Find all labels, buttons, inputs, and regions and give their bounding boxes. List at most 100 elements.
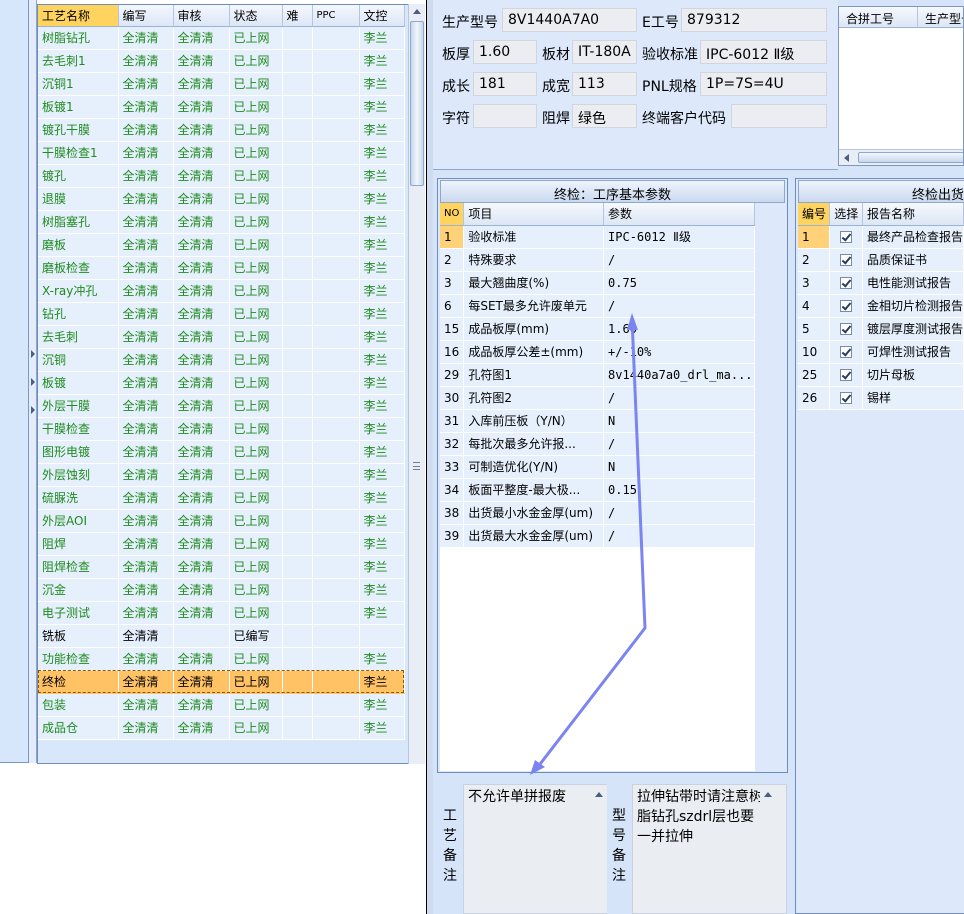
ppc-cell[interactable] xyxy=(312,279,360,303)
process-name-cell[interactable]: 铣板 xyxy=(38,624,119,648)
column-header[interactable]: 合拼工号 xyxy=(839,7,918,28)
editor-cell[interactable]: 全清清 xyxy=(118,417,174,441)
process-row[interactable]: 沉铜1 全清清 全清清 已上网 李兰 xyxy=(38,72,405,96)
status-cell[interactable]: 已上网 xyxy=(229,187,283,211)
editor-cell[interactable]: 全清清 xyxy=(118,210,174,234)
process-name-cell[interactable]: 硫脲洗 xyxy=(38,486,119,510)
param-row[interactable]: 1 验收标准 IPC-6012 Ⅱ级 xyxy=(440,225,755,249)
doc-control-cell[interactable]: 李兰 xyxy=(359,26,405,50)
param-value-cell[interactable]: N xyxy=(603,455,755,479)
param-row[interactable]: 15 成品板厚(mm) 1.60 xyxy=(440,317,755,341)
column-header[interactable]: PPC xyxy=(312,5,360,27)
process-name-cell[interactable]: 功能检查 xyxy=(38,647,119,671)
ppc-cell[interactable] xyxy=(312,532,360,556)
difficulty-cell[interactable] xyxy=(282,601,313,625)
report-name-cell[interactable]: 金相切片检测报告 xyxy=(862,294,964,318)
doc-control-cell[interactable]: 李兰 xyxy=(359,164,405,188)
reviewer-cell[interactable]: 全清清 xyxy=(173,486,230,510)
editor-cell[interactable]: 全清清 xyxy=(118,233,174,257)
report-name-cell[interactable]: 镀层厚度测试报告 xyxy=(862,317,964,341)
editor-cell[interactable]: 全清清 xyxy=(118,486,174,510)
doc-control-cell[interactable]: 李兰 xyxy=(359,417,405,441)
column-header[interactable]: 编写 xyxy=(118,5,174,27)
reviewer-cell[interactable]: 全清清 xyxy=(173,509,230,533)
report-no-cell[interactable]: 4 xyxy=(798,294,831,318)
param-item-cell[interactable]: 可制造优化(Y/N) xyxy=(463,455,605,479)
reviewer-cell[interactable]: 全清清 xyxy=(173,49,230,73)
ppc-cell[interactable] xyxy=(312,72,360,96)
difficulty-cell[interactable] xyxy=(282,49,313,73)
process-row[interactable]: 沉金 全清清 全清清 已上网 李兰 xyxy=(38,578,405,602)
status-cell[interactable]: 已上网 xyxy=(229,118,283,142)
param-item-cell[interactable]: 孔符图1 xyxy=(463,363,605,387)
param-no-cell[interactable]: 39 xyxy=(440,524,465,548)
difficulty-cell[interactable] xyxy=(282,532,313,556)
process-name-cell[interactable]: 树脂钻孔 xyxy=(38,26,119,50)
param-item-cell[interactable]: 最大翘曲度(%) xyxy=(463,271,605,295)
ppc-cell[interactable] xyxy=(312,716,360,740)
report-row[interactable]: 5 镀层厚度测试报告 xyxy=(798,317,964,341)
param-value-cell[interactable]: 8v1440a7a0_drl_ma... xyxy=(603,363,755,387)
reviewer-cell[interactable]: 全清清 xyxy=(173,463,230,487)
splitter-arrow-icon[interactable] xyxy=(31,350,35,358)
report-no-cell[interactable]: 1 xyxy=(798,225,831,249)
editor-cell[interactable]: 全清清 xyxy=(118,670,174,694)
editor-cell[interactable]: 全清清 xyxy=(118,371,174,395)
ppc-cell[interactable] xyxy=(312,348,360,372)
scroll-left-icon[interactable] xyxy=(844,154,849,162)
scroll-up-icon[interactable] xyxy=(595,792,603,797)
editor-cell[interactable]: 全清清 xyxy=(118,394,174,418)
char-field[interactable] xyxy=(473,104,537,128)
pane-divider[interactable] xyxy=(426,0,433,914)
ppc-cell[interactable] xyxy=(312,417,360,441)
editor-cell[interactable]: 全清清 xyxy=(118,279,174,303)
model-notes-scrollbar[interactable] xyxy=(760,785,776,913)
difficulty-cell[interactable] xyxy=(282,417,313,441)
process-row[interactable]: 树脂塞孔 全清清 全清清 已上网 李兰 xyxy=(38,210,405,234)
doc-control-cell[interactable]: 李兰 xyxy=(359,210,405,234)
thickness-field[interactable]: 1.60 xyxy=(473,40,537,64)
ppc-cell[interactable] xyxy=(312,440,360,464)
difficulty-cell[interactable] xyxy=(282,95,313,119)
reviewer-cell[interactable]: 全清清 xyxy=(173,440,230,464)
reviewer-cell[interactable]: 全清清 xyxy=(173,95,230,119)
report-select-cell[interactable] xyxy=(829,294,863,318)
param-value-cell[interactable]: / xyxy=(603,432,755,456)
scroll-up-icon[interactable] xyxy=(764,792,772,797)
status-cell[interactable]: 已上网 xyxy=(229,509,283,533)
splitter-arrow-icon[interactable] xyxy=(31,378,35,386)
difficulty-cell[interactable] xyxy=(282,693,313,717)
process-row[interactable]: 磨板 全清清 全清清 已上网 李兰 xyxy=(38,233,405,257)
status-cell[interactable]: 已上网 xyxy=(229,325,283,349)
param-no-cell[interactable]: 15 xyxy=(440,317,465,341)
process-name-cell[interactable]: 磨板检查 xyxy=(38,256,119,280)
editor-cell[interactable]: 全清清 xyxy=(118,141,174,165)
process-row[interactable]: 树脂钻孔 全清清 全清清 已上网 李兰 xyxy=(38,26,405,50)
status-cell[interactable]: 已上网 xyxy=(229,716,283,740)
process-row[interactable]: 终检 全清清 全清清 已上网 李兰 xyxy=(38,670,405,694)
reviewer-cell[interactable]: 全清清 xyxy=(173,716,230,740)
param-item-cell[interactable]: 验收标准 xyxy=(463,225,605,249)
editor-cell[interactable]: 全清清 xyxy=(118,601,174,625)
status-cell[interactable]: 已上网 xyxy=(229,486,283,510)
report-checkbox[interactable] xyxy=(840,392,853,404)
param-row[interactable]: 31 入库前压板（Y/N） N xyxy=(440,409,755,433)
param-value-cell[interactable]: N xyxy=(603,409,755,433)
param-no-cell[interactable]: 33 xyxy=(440,455,465,479)
doc-control-cell[interactable]: 李兰 xyxy=(359,325,405,349)
process-row[interactable]: 干膜检查 全清清 全清清 已上网 李兰 xyxy=(38,417,405,441)
reviewer-cell[interactable]: 全清清 xyxy=(173,302,230,326)
status-cell[interactable]: 已上网 xyxy=(229,26,283,50)
status-cell[interactable]: 已上网 xyxy=(229,693,283,717)
difficulty-cell[interactable] xyxy=(282,509,313,533)
process-name-cell[interactable]: 磨板 xyxy=(38,233,119,257)
ppc-cell[interactable] xyxy=(312,95,360,119)
ppc-cell[interactable] xyxy=(312,555,360,579)
param-row[interactable]: 2 特殊要求 / xyxy=(440,248,755,272)
difficulty-cell[interactable] xyxy=(282,371,313,395)
param-value-cell[interactable]: / xyxy=(603,524,755,548)
model-field[interactable]: 8V1440A7A0 xyxy=(502,8,637,32)
process-row[interactable]: 去毛刺 全清清 全清清 已上网 李兰 xyxy=(38,325,405,349)
status-cell[interactable]: 已上网 xyxy=(229,578,283,602)
editor-cell[interactable]: 全清清 xyxy=(118,578,174,602)
